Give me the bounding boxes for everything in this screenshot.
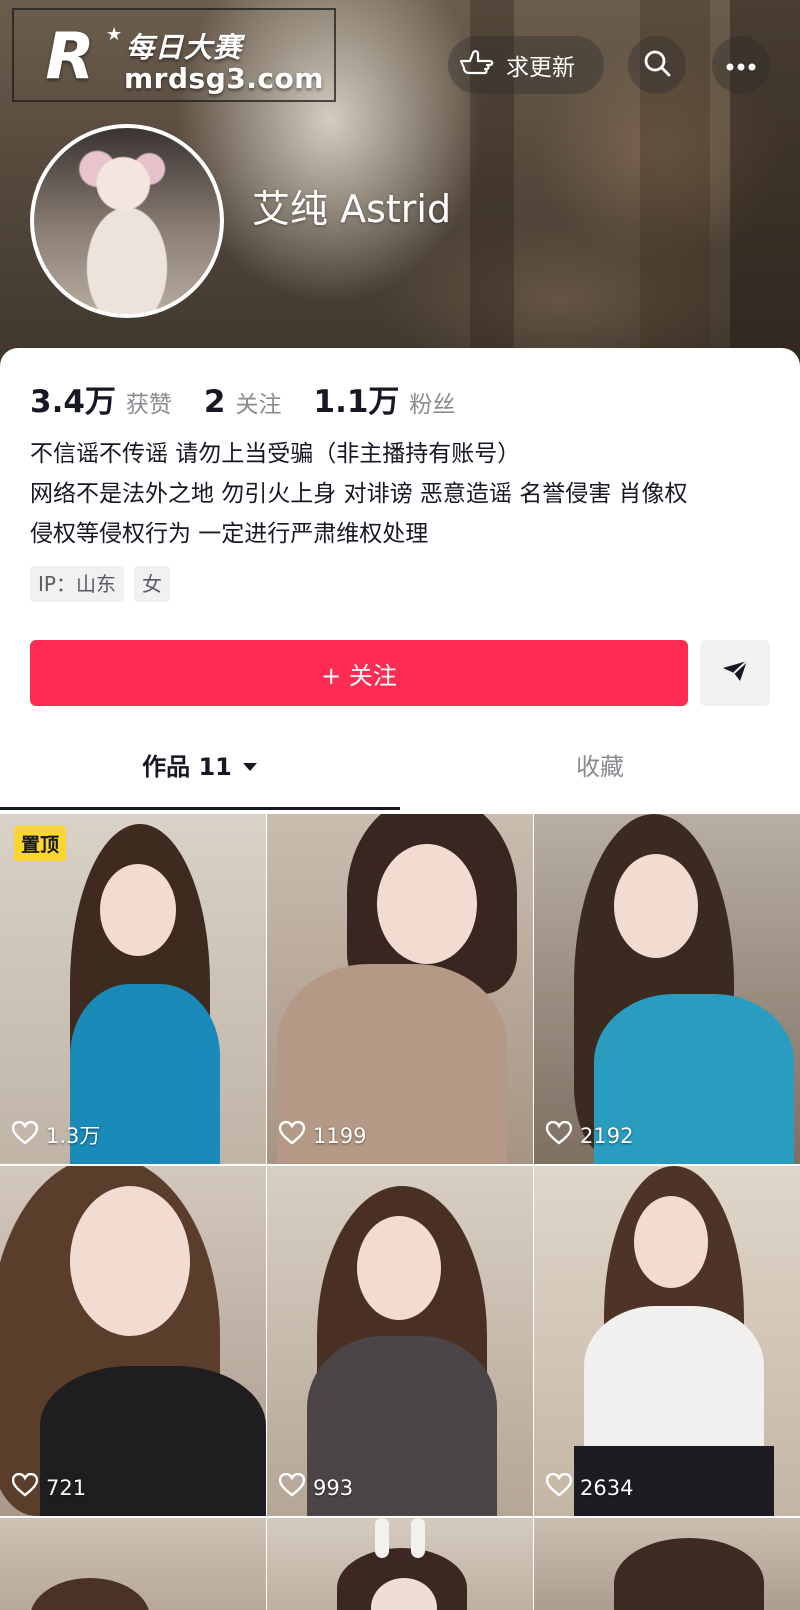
profile-bio: 不信谣不传谣 请勿上当受骗（非主播持有账号） 网络不是法外之地 勿引火上身 对诽… (30, 434, 780, 554)
video-likes: 2634 (545, 1472, 634, 1502)
video-thumbnail[interactable]: 2634 (534, 1166, 800, 1516)
heart-icon (278, 1472, 306, 1502)
video-likes-count: 1.3万 (46, 1124, 101, 1148)
likes-count: 3.4万 (30, 384, 116, 420)
watermark-title: 每日大赛 (126, 31, 243, 64)
video-likes-count: 993 (313, 1475, 354, 1500)
video-likes: 1.3万 (11, 1120, 101, 1150)
video-likes-count: 2634 (580, 1475, 634, 1500)
pinned-badge: 置顶 (14, 826, 67, 861)
video-likes: 2192 (545, 1120, 634, 1150)
likes-label: 获赞 (125, 392, 172, 418)
video-likes-count: 721 (46, 1475, 87, 1500)
thumbnail-figure (70, 1186, 190, 1336)
video-likes-count: 1199 (313, 1123, 367, 1148)
thumbnail-figure (30, 1578, 150, 1610)
follow-button[interactable]: + 关注 (30, 640, 688, 706)
video-thumbnail[interactable]: 2192 (534, 814, 800, 1164)
video-likes: 1199 (278, 1120, 367, 1150)
gender-tag: 女 (133, 566, 170, 602)
paper-plane-icon (721, 659, 749, 687)
profile-tags: IP：山东 女 (30, 566, 170, 602)
thumbnail-figure (614, 854, 698, 958)
message-button[interactable] (700, 640, 770, 706)
video-thumbnail[interactable] (534, 1518, 800, 1610)
thumbnail-figure (584, 1306, 764, 1456)
follow-label: + 关注 (321, 661, 397, 690)
site-watermark: R ★ 每日大赛 mrdsg3.com (12, 8, 336, 102)
video-likes: 721 (11, 1472, 87, 1502)
heart-icon (11, 1120, 39, 1150)
ip-location-tag: IP：山东 (30, 566, 124, 602)
video-thumbnail[interactable]: 721 (0, 1166, 266, 1516)
bunny-ear (375, 1518, 389, 1558)
video-thumbnail[interactable] (267, 1518, 533, 1610)
request-update-label: 求更新 (506, 55, 575, 81)
profile-tabs: 作品 11 收藏 (0, 728, 800, 800)
thumbnail-figure (634, 1196, 708, 1288)
search-button[interactable] (628, 36, 686, 94)
more-button[interactable] (712, 36, 770, 94)
tab-works[interactable]: 作品 11 (0, 728, 400, 800)
tab-favorites[interactable]: 收藏 (400, 728, 800, 800)
following-label[interactable]: 关注 (236, 385, 282, 419)
video-thumbnail[interactable] (0, 1518, 266, 1610)
video-thumbnail[interactable]: 置顶 1.3万 (0, 814, 266, 1164)
profile-stats: 3.4万 获赞 2 关注 1.1万 粉丝 (30, 376, 487, 421)
profile-sheet: 3.4万 获赞 2 关注 1.1万 粉丝 不信谣不传谣 请勿上当受骗（非主播持有… (0, 348, 800, 1610)
heart-icon (278, 1120, 306, 1150)
heart-icon (11, 1472, 39, 1502)
bio-line: 网络不是法外之地 勿引火上身 对诽谤 恶意造谣 名誉侵害 肖像权 (30, 481, 688, 507)
thumbnail-figure (614, 1538, 764, 1610)
avatar[interactable] (30, 124, 224, 318)
heart-icon (545, 1472, 573, 1502)
video-likes: 993 (278, 1472, 354, 1502)
watermark-logo: R (45, 20, 95, 94)
request-update-button[interactable]: 求更新 (448, 36, 604, 94)
video-thumbnail[interactable]: 993 (267, 1166, 533, 1516)
watermark-url: mrdsg3.com (124, 62, 324, 95)
bunny-ear (411, 1518, 425, 1558)
search-icon (642, 48, 672, 82)
hand-point-icon (458, 47, 496, 83)
tab-favorites-label: 收藏 (576, 752, 624, 781)
tab-works-label: 作品 11 (142, 752, 232, 781)
heart-icon (545, 1120, 573, 1150)
following-count[interactable]: 2 (204, 384, 226, 420)
followers-count[interactable]: 1.1万 (314, 376, 400, 421)
thumbnail-figure (100, 864, 176, 956)
video-thumbnail[interactable]: 1199 (267, 814, 533, 1164)
thumbnail-figure (357, 1216, 441, 1320)
more-icon (726, 56, 756, 75)
video-likes-count: 2192 (580, 1123, 634, 1148)
followers-label[interactable]: 粉丝 (409, 385, 455, 419)
star-icon: ★ (106, 24, 123, 45)
thumbnail-figure (377, 844, 477, 964)
bio-line: 侵权等侵权行为 一定进行严肃维权处理 (30, 521, 429, 547)
bio-line: 不信谣不传谣 请勿上当受骗（非主播持有账号） (30, 441, 521, 467)
caret-down-icon (242, 750, 258, 778)
profile-banner: R ★ 每日大赛 mrdsg3.com 求更新 艾纯 Astrid (0, 0, 800, 380)
profile-nickname: 艾纯 Astrid (252, 187, 452, 231)
active-tab-indicator (0, 807, 400, 810)
